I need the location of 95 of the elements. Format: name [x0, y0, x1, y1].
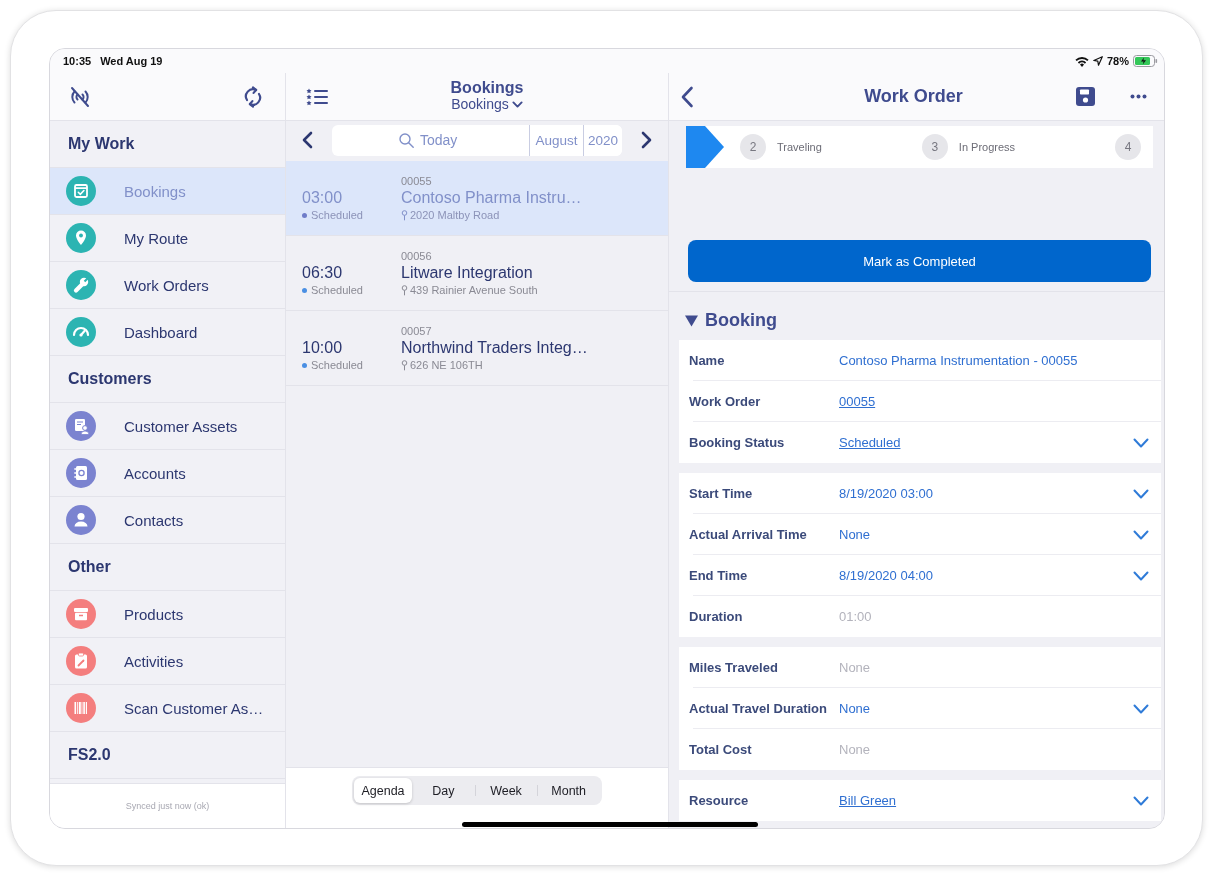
booking-row[interactable]: 00056 06:30 Litware Integration Scheduled 439 Rainier Avenue South — [286, 236, 668, 311]
field-value: 8/19/2020 03:00 — [839, 486, 933, 501]
list-icon[interactable] — [306, 86, 328, 107]
booking-address: 439 Rainier Avenue South — [410, 284, 538, 296]
booking-status: Scheduled — [311, 284, 363, 296]
booking-status: Scheduled — [311, 209, 363, 221]
back-icon[interactable] — [680, 85, 694, 108]
sidebar-item[interactable]: Customer Assets — [50, 403, 285, 450]
complete-button[interactable]: Mark as Completed — [688, 240, 1151, 282]
status-dot-icon — [302, 362, 307, 368]
sidebar-item[interactable]: Contacts — [50, 497, 285, 544]
booking-title: Litware Integration — [401, 264, 533, 282]
search-field[interactable]: Today — [420, 132, 462, 148]
section-header: Customers — [50, 356, 285, 403]
pin-icon — [401, 209, 408, 221]
view-tab[interactable]: Month — [537, 778, 600, 803]
more-icon[interactable] — [1130, 94, 1147, 99]
stage-label: Traveling — [777, 141, 822, 153]
field-label: Duration — [689, 609, 744, 624]
field-label: Miles Traveled — [689, 660, 779, 675]
chevron-down-icon[interactable] — [1133, 795, 1149, 806]
chevron-down-icon[interactable] — [1133, 488, 1149, 499]
field-value: None — [839, 660, 871, 675]
save-icon[interactable] — [1076, 87, 1095, 106]
stage-label: In Progress — [958, 141, 1016, 153]
status-dot-icon — [302, 212, 307, 218]
chevron-down-icon[interactable] — [1133, 703, 1149, 714]
chevron-down-icon[interactable] — [1133, 570, 1149, 581]
booking-address: 626 NE 106TH — [410, 359, 483, 371]
field-label: Work Order — [689, 394, 762, 409]
view-tab[interactable]: Agenda — [354, 778, 412, 803]
booking-address: 2020 Maltby Road — [410, 209, 500, 221]
sidebar-item[interactable]: Activities — [50, 638, 285, 685]
chevron-down-icon[interactable] — [1133, 437, 1149, 448]
field-label: Name — [689, 353, 726, 368]
field-value: None — [839, 742, 871, 757]
wifi-icon — [1074, 55, 1089, 67]
pin-icon — [401, 359, 408, 371]
connection-off-icon[interactable] — [68, 84, 92, 109]
chevron-down-icon[interactable] — [1133, 529, 1149, 540]
booking-number: 00056 — [401, 250, 432, 262]
location-arrow-icon — [1092, 56, 1103, 66]
section-header: Other — [50, 544, 285, 591]
stage-number: 2 — [740, 134, 766, 160]
sidebar-item[interactable]: Accounts — [50, 450, 285, 497]
pane-title: Work Order — [864, 86, 963, 107]
pane-title: Bookings — [450, 78, 524, 97]
caret-down-icon — [511, 101, 523, 109]
sidebar-item[interactable]: Products — [50, 591, 285, 638]
status-dot-icon — [302, 287, 307, 293]
stage-number: 3 — [921, 134, 948, 160]
field-value: None — [839, 527, 871, 542]
booking-number: 00055 — [401, 175, 432, 187]
booking-status: Scheduled — [311, 359, 363, 371]
view-tab[interactable]: Day — [412, 778, 475, 803]
field-link[interactable]: 00055 — [839, 394, 876, 409]
booking-number: 00057 — [401, 325, 432, 337]
sidebar-item[interactable]: Dashboard — [50, 309, 285, 356]
sidebar-item[interactable]: My Route — [50, 215, 285, 262]
field-link[interactable]: Scheduled — [839, 435, 901, 450]
field-value: 8/19/2020 04:00 — [839, 568, 933, 583]
field-value: None — [839, 701, 871, 716]
status-date: Wed Aug 19 — [100, 55, 163, 67]
field-label: Actual Travel Duration — [689, 701, 828, 716]
booking-time: 03:00 — [302, 189, 343, 207]
stage-chevron-icon — [686, 126, 724, 168]
booking-row[interactable]: 00057 10:00 Northwind Traders Integ… Scheduled 626 NE 106TH — [286, 311, 668, 386]
caret-down-icon[interactable] — [685, 314, 698, 327]
booking-time: 06:30 — [302, 264, 343, 282]
booking-title: Contoso Pharma Instru… — [401, 189, 582, 207]
sidebar-item[interactable]: Scan Customer As… — [50, 685, 285, 732]
field-value: Contoso Pharma Instrumentation - 00055 — [839, 353, 1078, 368]
sync-status: Synced just now (ok) — [125, 801, 210, 811]
booking-title: Northwind Traders Integ… — [401, 339, 588, 357]
section-header: FS2.0 — [50, 732, 285, 779]
pin-icon — [401, 284, 408, 296]
field-value: 01:00 — [839, 609, 872, 624]
field-label: Actual Arrival Time — [689, 527, 808, 542]
sidebar-item[interactable]: Work Orders — [50, 262, 285, 309]
field-label: End Time — [689, 568, 749, 583]
status-time: 10:35 — [63, 55, 92, 67]
view-dropdown[interactable]: Bookings — [451, 97, 523, 113]
field-link[interactable]: Bill Green — [839, 793, 897, 808]
section-title: Booking — [705, 309, 777, 331]
sync-icon[interactable] — [242, 84, 264, 109]
field-label: Booking Status — [689, 435, 786, 450]
booking-time: 10:00 — [302, 339, 343, 357]
field-label: Resource — [689, 793, 750, 808]
search-icon — [399, 132, 414, 148]
battery-icon — [1133, 55, 1158, 67]
field-label: Total Cost — [689, 742, 753, 757]
battery-percent: 78% — [1106, 55, 1129, 67]
stage-number: 4 — [1115, 134, 1142, 160]
field-label: Start Time — [689, 486, 754, 501]
view-tab[interactable]: Week — [474, 778, 538, 803]
